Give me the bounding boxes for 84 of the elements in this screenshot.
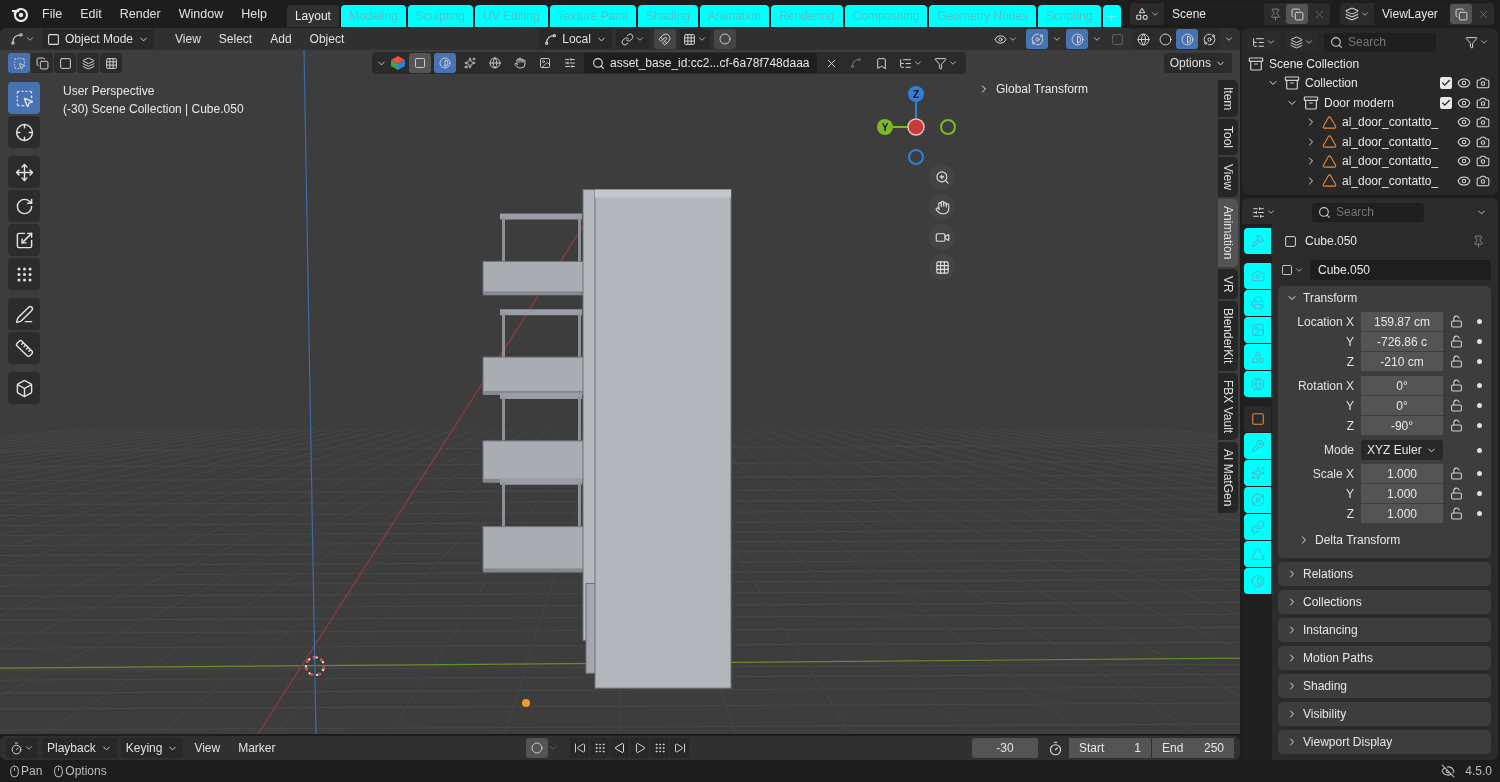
property-label: Y bbox=[1345, 398, 1354, 413]
property-label: Y bbox=[1345, 486, 1354, 501]
menu-item[interactable]: Object bbox=[302, 32, 352, 46]
start-frame-field[interactable]: Start 1 bbox=[1069, 738, 1151, 758]
menu-item[interactable]: Render bbox=[111, 4, 169, 24]
options-dropdown[interactable]: Options bbox=[1163, 53, 1232, 73]
menu-item[interactable]: View bbox=[187, 741, 228, 755]
subpanel-header[interactable]: Delta Transform bbox=[1278, 528, 1491, 552]
mode-dropdown[interactable]: XYZ Euler bbox=[1361, 440, 1443, 460]
outliner-item[interactable]: al_door_contatto_ bbox=[1342, 115, 1452, 130]
number-field[interactable]: -210 cm bbox=[1361, 352, 1443, 371]
field-label: End bbox=[1162, 741, 1184, 755]
scene-name-field[interactable]: Scene bbox=[1164, 3, 1264, 25]
number-field[interactable]: 0° bbox=[1361, 396, 1443, 415]
menu-item[interactable]: Help bbox=[233, 4, 275, 24]
view-context: (-30) Scene Collection | Cube.050 bbox=[63, 102, 244, 116]
property-label: Mode bbox=[1322, 443, 1354, 457]
number-field[interactable]: 0° bbox=[1361, 376, 1443, 395]
sidebar-tab[interactable]: AI MatGen bbox=[1218, 441, 1238, 514]
number-field[interactable]: 159.87 cm bbox=[1361, 312, 1443, 331]
panel-header[interactable]: Viewport Display bbox=[1278, 730, 1491, 754]
axis-label: Z bbox=[912, 89, 920, 100]
property-label: Z bbox=[1345, 418, 1354, 433]
property-label: Scale X bbox=[1311, 466, 1354, 481]
mode-dropdown[interactable]: Object Mode bbox=[42, 29, 155, 49]
current-frame-field[interactable]: -30 bbox=[972, 738, 1038, 758]
panel-header[interactable]: Collections bbox=[1278, 590, 1491, 614]
orientation-dropdown[interactable]: Local bbox=[539, 29, 612, 49]
outliner-item[interactable]: Collection bbox=[1305, 76, 1435, 91]
version-text: 4.5.0 bbox=[1465, 764, 1492, 778]
outliner-item[interactable]: al_door_contatto_ bbox=[1342, 154, 1452, 169]
search-field[interactable]: Search bbox=[1312, 202, 1424, 222]
end-frame-field[interactable]: End 250 bbox=[1152, 738, 1234, 758]
panel-header[interactable]: Instancing bbox=[1278, 618, 1491, 642]
menu-item[interactable]: File bbox=[34, 4, 71, 24]
object-name: Cube.050 bbox=[1305, 234, 1359, 248]
asset-search-field[interactable]: asset_base_id:cc2...cf-6a78f748daaa bbox=[584, 53, 818, 73]
sidebar-tab[interactable]: VR bbox=[1218, 268, 1238, 300]
number-field[interactable]: -90° bbox=[1361, 416, 1443, 435]
panel-header[interactable]: Visibility bbox=[1278, 702, 1491, 726]
sidebar-tab[interactable]: Tool bbox=[1218, 119, 1238, 156]
number-field[interactable]: 1.000 bbox=[1361, 464, 1443, 483]
menu-item[interactable]: Add bbox=[263, 32, 299, 46]
property-label: Z bbox=[1345, 506, 1354, 521]
status-hint: Options bbox=[65, 764, 107, 778]
menu-item[interactable]: Marker bbox=[231, 741, 283, 755]
number-field[interactable]: -726.86 c bbox=[1361, 332, 1443, 351]
sidebar-tab[interactable]: View bbox=[1218, 157, 1238, 198]
sidebar-tab[interactable]: Item bbox=[1218, 80, 1238, 118]
panel-header[interactable]: Motion Paths bbox=[1278, 646, 1491, 670]
view-layer-name-field[interactable]: ViewLayer bbox=[1374, 3, 1450, 25]
axis-label: Y bbox=[881, 122, 889, 133]
sidebar-tab[interactable]: FBX Vault bbox=[1218, 372, 1238, 440]
sidebar-tab[interactable]: Animation bbox=[1218, 199, 1238, 267]
outliner-item[interactable]: al_door_contatto_ bbox=[1342, 134, 1452, 149]
property-label: Z bbox=[1345, 354, 1354, 369]
view-name: User Perspective bbox=[63, 84, 156, 98]
outliner-item[interactable]: al_door_contatto_ bbox=[1342, 173, 1452, 188]
number-field[interactable]: 1.000 bbox=[1361, 484, 1443, 503]
panel-header[interactable]: Shading bbox=[1278, 674, 1491, 698]
field-value: 1 bbox=[1134, 741, 1141, 755]
panel-header[interactable]: Relations bbox=[1278, 562, 1491, 586]
menu-item[interactable]: Window bbox=[170, 4, 232, 24]
menu-dropdown[interactable]: Playback bbox=[42, 738, 117, 758]
property-label: Location X bbox=[1296, 314, 1354, 329]
status-hint: Pan bbox=[21, 764, 43, 778]
menu-dropdown[interactable]: Keying bbox=[120, 738, 184, 758]
field-value: 250 bbox=[1203, 741, 1224, 755]
property-label: Y bbox=[1345, 334, 1354, 349]
property-label: Rotation X bbox=[1296, 378, 1354, 393]
menu-item[interactable]: Select bbox=[211, 32, 260, 46]
outliner-item[interactable]: Door modern bbox=[1324, 95, 1435, 110]
outliner-item[interactable]: Scene Collection bbox=[1269, 56, 1490, 71]
object-name-field[interactable]: Cube.050 bbox=[1310, 260, 1491, 280]
field-label: Start bbox=[1079, 741, 1105, 755]
menu-item[interactable]: View bbox=[168, 32, 208, 46]
panel-title: Global Transform bbox=[996, 82, 1089, 96]
workspace-tab[interactable]: Layout bbox=[286, 5, 339, 27]
number-field[interactable]: 1.000 bbox=[1361, 504, 1443, 523]
search-field[interactable]: Search bbox=[1324, 32, 1436, 52]
menu-item[interactable]: Edit bbox=[72, 4, 110, 24]
sidebar-tab[interactable]: BlenderKit bbox=[1218, 301, 1238, 371]
panel-header[interactable]: Transform bbox=[1278, 286, 1491, 310]
global-transform-panel[interactable]: Global Transform bbox=[978, 82, 1208, 96]
